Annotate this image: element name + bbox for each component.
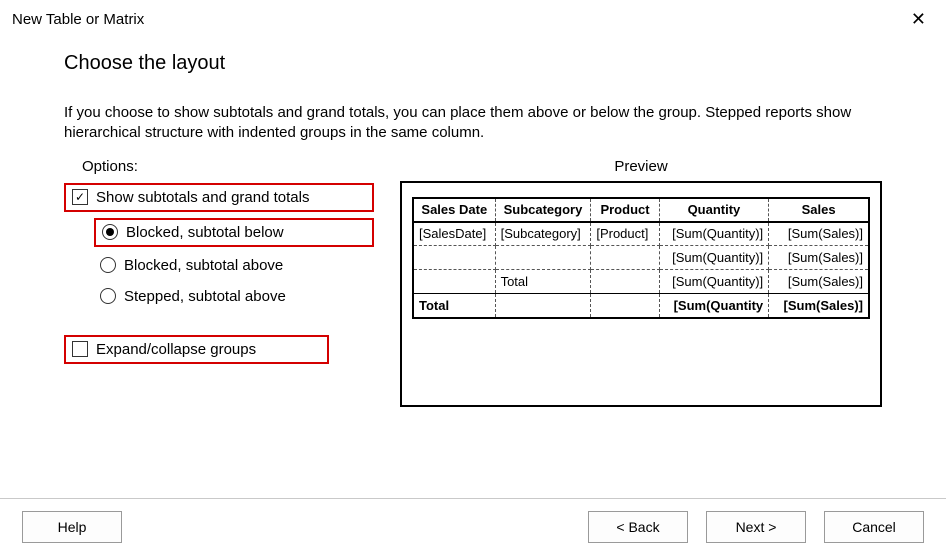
td: [Sum(Quantity)] [659,270,768,294]
footer: Help < Back Next > Cancel [0,498,946,555]
table-total-row: Total [Sum(Quantity [Sum(Sales)] [413,294,869,318]
checkbox-expand-collapse-label: Expand/collapse groups [96,341,256,358]
td [591,246,659,270]
td: [Product] [591,222,659,246]
td [413,246,495,270]
checkbox-expand-collapse[interactable]: Expand/collapse groups [64,335,329,364]
td: [Sum(Quantity [659,294,768,318]
body-row: Options: ✓ Show subtotals and grand tota… [64,158,882,407]
titlebar: New Table or Matrix ✕ [0,0,946,34]
next-button[interactable]: Next > [706,511,806,543]
td: [Subcategory] [495,222,591,246]
td: [SalesDate] [413,222,495,246]
checkbox-show-totals[interactable]: ✓ Show subtotals and grand totals [64,183,374,212]
preview-label: Preview [400,158,882,175]
checkbox-empty-icon [72,341,88,357]
preview-frame: Sales Date Subcategory Product Quantity … [400,181,882,407]
radio-blocked-above[interactable]: Blocked, subtotal above [94,253,374,278]
td [591,270,659,294]
th: Quantity [659,198,768,222]
td: [Sum(Quantity)] [659,246,768,270]
content: Choose the layout If you choose to show … [0,34,946,417]
td [495,246,591,270]
cancel-button[interactable]: Cancel [824,511,924,543]
help-button[interactable]: Help [22,511,122,543]
radio-icon [100,257,116,273]
table-header-row: Sales Date Subcategory Product Quantity … [413,198,869,222]
preview-table: Sales Date Subcategory Product Quantity … [412,197,870,319]
th: Sales [769,198,869,222]
th: Subcategory [495,198,591,222]
checkmark-icon: ✓ [72,189,88,205]
back-button[interactable]: < Back [588,511,688,543]
page-heading: Choose the layout [64,52,882,75]
td: Total [495,270,591,294]
td: [Sum(Quantity)] [659,222,768,246]
preview-column: Preview Sales Date Subcategory Product Q… [400,158,882,407]
radio-stepped-above-label: Stepped, subtotal above [124,288,286,305]
td [495,294,591,318]
td [591,294,659,318]
table-row: [SalesDate] [Subcategory] [Product] [Sum… [413,222,869,246]
radio-blocked-above-label: Blocked, subtotal above [124,257,283,274]
radio-icon [102,224,118,240]
table-row: Total [Sum(Quantity)] [Sum(Sales)] [413,270,869,294]
window-title: New Table or Matrix [12,11,144,28]
table-row: [Sum(Quantity)] [Sum(Sales)] [413,246,869,270]
td: [Sum(Sales)] [769,222,869,246]
th: Sales Date [413,198,495,222]
td: [Sum(Sales)] [769,270,869,294]
radio-blocked-below-label: Blocked, subtotal below [126,224,284,241]
radio-stepped-above[interactable]: Stepped, subtotal above [94,284,374,309]
radio-blocked-below[interactable]: Blocked, subtotal below [94,218,374,247]
th: Product [591,198,659,222]
td: [Sum(Sales)] [769,294,869,318]
close-icon[interactable]: ✕ [905,8,932,30]
options-label: Options: [82,158,374,175]
radio-icon [100,288,116,304]
td: Total [413,294,495,318]
description-text: If you choose to show subtotals and gran… [64,103,882,144]
checkbox-show-totals-label: Show subtotals and grand totals [96,189,309,206]
td [413,270,495,294]
options-column: Options: ✓ Show subtotals and grand tota… [64,158,374,364]
td: [Sum(Sales)] [769,246,869,270]
